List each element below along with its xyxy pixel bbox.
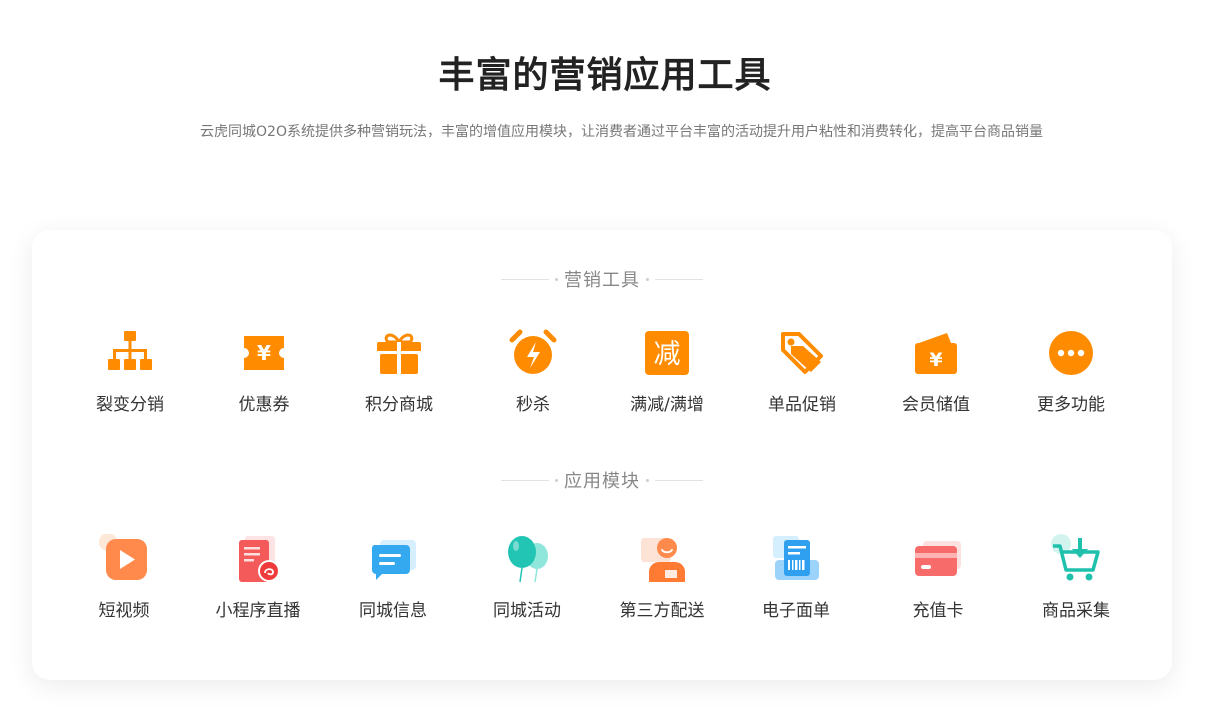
module-item-product-collection[interactable]: 商品采集 <box>1009 534 1143 634</box>
module-item-mini-program-live[interactable]: 小程序直播 <box>191 534 325 634</box>
price-tag-icon <box>777 328 827 378</box>
section-title-modules: 应用模块 <box>32 468 1172 492</box>
section-title-marketing: 营销工具 <box>32 267 1172 291</box>
tool-item-member-deposit[interactable]: ¥ 会员储值 <box>869 328 1003 428</box>
delivery-person-icon <box>637 534 687 584</box>
tool-item-points-mall[interactable]: 积分商城 <box>332 328 466 428</box>
feature-card: 营销工具 裂变分销 ¥ 优惠券 积分商城 秒杀 减 满减/满增 单品促销 ¥ 会… <box>32 230 1172 680</box>
cart-download-icon <box>1051 534 1101 584</box>
barcode-receipt-icon <box>771 534 821 584</box>
module-item-third-party-delivery[interactable]: 第三方配送 <box>595 534 729 634</box>
module-item-short-video[interactable]: 短视频 <box>57 534 191 634</box>
module-item-recharge-card[interactable]: 充值卡 <box>871 534 1005 634</box>
module-item-city-activity[interactable]: 同城活动 <box>460 534 594 634</box>
card-icon <box>913 534 963 584</box>
org-chart-icon <box>105 328 155 378</box>
svg-text:¥: ¥ <box>929 349 942 371</box>
page-title: 丰富的营销应用工具 <box>438 55 772 96</box>
discount-icon: 减 <box>642 328 692 378</box>
alarm-clock-icon <box>508 328 558 378</box>
svg-text:减: 减 <box>654 339 681 370</box>
tool-item-flash-sale[interactable]: 秒杀 <box>466 328 600 428</box>
mini-program-live-icon <box>233 534 283 584</box>
coupon-icon: ¥ <box>239 328 289 378</box>
tool-item-coupon[interactable]: ¥ 优惠券 <box>197 328 331 428</box>
balloons-icon <box>502 534 552 584</box>
page-subtitle: 云虎同城O2O系统提供多种营销玩法，丰富的增值应用模块，让消费者通过平台丰富的活… <box>200 124 1043 140</box>
wallet-icon: ¥ <box>911 328 961 378</box>
tool-item-single-promo[interactable]: 单品促销 <box>735 328 869 428</box>
more-icon <box>1046 328 1096 378</box>
chat-message-icon <box>368 534 418 584</box>
tool-item-full-reduction[interactable]: 减 满减/满增 <box>600 328 734 428</box>
tool-item-more-features[interactable]: 更多功能 <box>1004 328 1138 428</box>
module-item-e-waybill[interactable]: 电子面单 <box>729 534 863 634</box>
app-modules-row: 短视频 小程序直播 同城信息 同城活动 第三方配送 电子面单 充值卡 商品采集 <box>32 534 1172 634</box>
gift-box-icon <box>374 328 424 378</box>
play-video-icon <box>99 534 149 584</box>
svg-text:¥: ¥ <box>257 341 271 365</box>
tool-item-fission-distribution[interactable]: 裂变分销 <box>63 328 197 428</box>
marketing-tools-row: 裂变分销 ¥ 优惠券 积分商城 秒杀 减 满减/满增 单品促销 ¥ 会员储值 更… <box>32 328 1172 428</box>
module-item-city-info[interactable]: 同城信息 <box>326 534 460 634</box>
